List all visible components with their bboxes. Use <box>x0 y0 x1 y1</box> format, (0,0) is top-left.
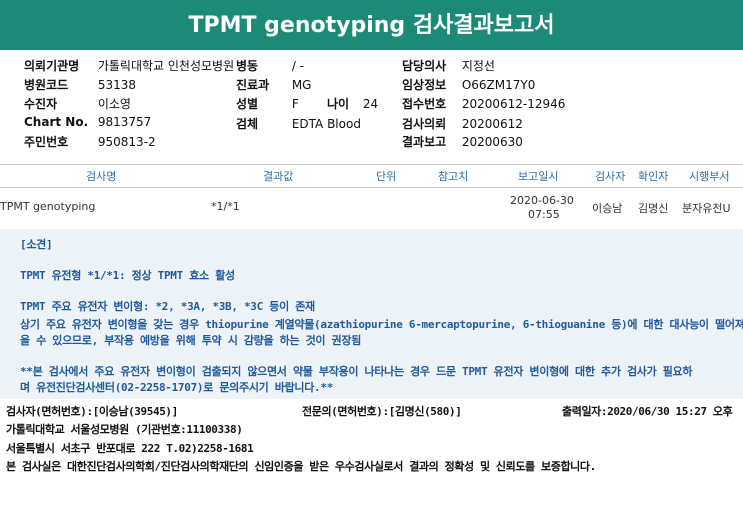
info-row-receipt-no: 접수번호 20200612-12946 <box>402 95 565 112</box>
info-label: 병동 <box>236 59 259 73</box>
footer-specialist: 전문의(면허번호):[김명신(580)] <box>302 405 462 418</box>
cell-tester: 이승남 <box>592 202 623 215</box>
report-title: TPMT genotyping 검사결과보고서 <box>0 0 743 50</box>
info-label: 결과보고 <box>402 135 447 149</box>
info-row-physician: 담당의사 지정선 <box>402 57 495 74</box>
info-label: 성별 <box>236 97 259 111</box>
footer-hospital: 가톨릭대학교 서울성모병원 (기관번호:11100338) <box>6 423 243 436</box>
column-header-confirmer: 확인자 <box>638 170 669 183</box>
info-label: 검사의뢰 <box>402 117 447 131</box>
info-label: 임상정보 <box>402 78 447 92</box>
comment-line: TPMT 주요 유전자 변이형: *2, *3A, *3B, *3C 등이 존재 <box>20 300 315 313</box>
info-row-hospital-code: 병원코드 53138 <box>24 76 136 93</box>
column-header-tester: 검사자 <box>595 170 626 183</box>
comment-line: **본 검사에서 주요 유전자 변이형이 검출되지 않으면서 약물 부작용이 나… <box>20 365 693 378</box>
info-value: EDTA Blood <box>291 117 361 131</box>
footer-print-date: 출력일자:2020/06/30 15:27 오후 <box>562 405 733 418</box>
comment-line: TPMT 유전형 *1/*1: 정상 TPMT 효소 활성 <box>20 269 235 282</box>
cell-report-time: 07:55 <box>528 208 560 221</box>
divider <box>0 164 743 165</box>
info-value: 20200612 <box>461 117 523 131</box>
column-header-report-time: 보고일시 <box>518 170 559 183</box>
column-header-test: 검사명 <box>86 170 117 183</box>
info-label: 의뢰기관명 <box>24 59 80 73</box>
column-header-unit: 단위 <box>376 170 397 183</box>
info-value: 지정선 <box>461 59 495 73</box>
info-value: 950813-2 <box>97 135 156 149</box>
cell-test: TPMT genotyping <box>0 200 96 213</box>
info-label: 주민번호 <box>24 135 69 149</box>
info-row-clinical-info: 임상정보 O66ZM17Y0 <box>402 76 535 93</box>
info-label: 나이 <box>327 97 350 111</box>
column-header-result: 결과값 <box>263 170 294 183</box>
info-row-chart-no: Chart No. 9813757 <box>24 115 151 129</box>
info-label: 검체 <box>236 117 259 131</box>
cell-department: 분자유전U <box>682 202 731 215</box>
info-row-ward: 병동 / - <box>236 57 304 74</box>
info-row-resident-no: 주민번호 950813-2 <box>24 133 156 150</box>
info-label: 병원코드 <box>24 78 69 92</box>
cell-result: *1/*1 <box>211 200 240 213</box>
info-label: 진료과 <box>236 78 270 92</box>
column-header-department: 시행부서 <box>689 170 730 183</box>
info-row-department: 진료과 MG <box>236 76 311 93</box>
info-value: O66ZM17Y0 <box>461 78 536 92</box>
info-row-patient: 수진자 이소영 <box>24 95 131 112</box>
comment-line: 상기 주요 유전자 변이형을 갖는 경우 thiopurine 계열약물(aza… <box>20 318 743 331</box>
info-row-age: 나이 24 <box>327 95 378 112</box>
comment-line: 며 유전진단검사센터(02-2258-1707)로 문의주시기 바랍니다.** <box>20 381 334 394</box>
info-label: 담당의사 <box>402 59 447 73</box>
footer-tester: 검사자(면허번호):[이승남(39545)] <box>6 405 178 418</box>
footer-certification: 본 검사실은 대한진단검사의학회/진단검사의학재단의 신임인증을 받은 우수검사… <box>6 460 596 473</box>
info-value: 이소영 <box>97 97 131 111</box>
footer-address: 서울특별시 서초구 반포대로 222 T.02)2258-1681 <box>6 442 254 455</box>
comment-line: 을 수 있으므로, 부작용 예방을 위해 투약 시 감량을 하는 것이 권장됨 <box>20 334 362 347</box>
cell-confirmer: 김명신 <box>638 202 669 215</box>
info-row-request-date: 검사의뢰 20200612 <box>402 115 523 132</box>
column-header-reference: 참고치 <box>438 170 469 183</box>
info-label: Chart No. <box>24 115 89 129</box>
info-value: MG <box>291 78 312 92</box>
info-label: 수진자 <box>24 97 58 111</box>
comment-heading: [소견] <box>20 238 53 251</box>
divider <box>0 187 743 188</box>
info-row-institution: 의뢰기관명 가톨릭대학교 인천성모병원 <box>24 57 234 74</box>
info-value: 가톨릭대학교 인천성모병원 <box>97 59 235 73</box>
info-value: 24 <box>362 97 379 111</box>
info-value: / - <box>291 59 305 73</box>
cell-report-date: 2020-06-30 <box>510 194 574 207</box>
info-label: 접수번호 <box>402 97 447 111</box>
info-value: 20200630 <box>461 135 523 149</box>
info-value: 9813757 <box>97 115 152 129</box>
info-value: 20200612-12946 <box>461 97 566 111</box>
info-row-report-date: 결과보고 20200630 <box>402 133 523 150</box>
info-row-sex: 성별 F <box>236 95 299 112</box>
info-value: 53138 <box>97 78 137 92</box>
info-value: F <box>291 97 299 111</box>
info-row-specimen: 검체 EDTA Blood <box>236 115 361 132</box>
